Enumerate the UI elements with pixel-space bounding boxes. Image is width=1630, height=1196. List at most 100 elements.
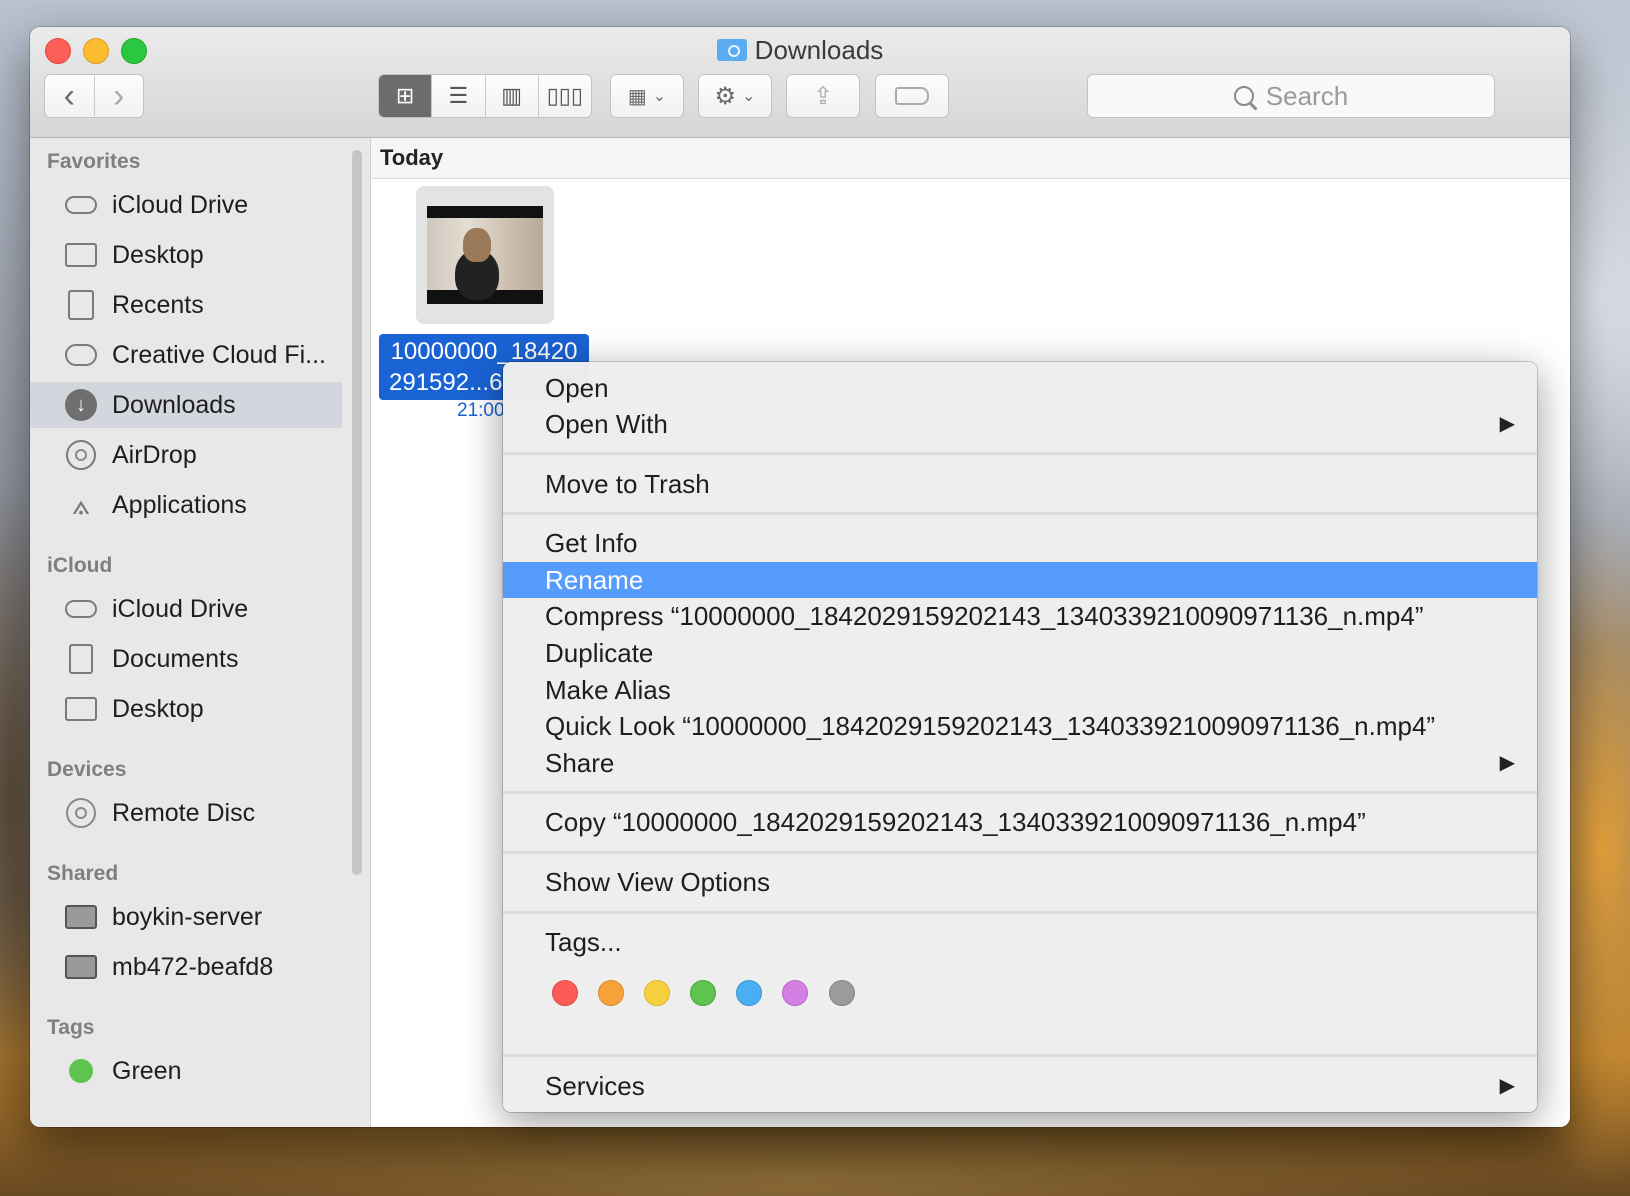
sidebar-item-airdrop[interactable]: AirDrop [30,432,342,478]
submenu-arrow-icon: ▶ [1499,1075,1515,1097]
sidebar-item-label: Applications [112,490,247,519]
menu-item-rename[interactable]: Rename [503,562,1537,598]
menu-item-label: Rename [545,565,644,595]
grid-icon: ⊞ [395,83,415,108]
menu-item-label: Get Info [545,528,638,558]
sidebar-item-label: iCloud Drive [112,594,249,623]
sidebar-item-icloud-drive[interactable]: iCloud Drive [30,182,342,228]
file-time: 21:00 [457,400,505,421]
sidebar-item-icloud-drive-2[interactable]: iCloud Drive [30,586,342,632]
sidebar-item-label: boykin-server [112,902,263,931]
menu-item-label: Open With [545,409,668,439]
chevron-down-icon: ⌄ [652,88,667,105]
computer-icon [63,952,99,982]
group-by-button[interactable]: ▦ ⌄ [610,74,684,118]
sidebar-item-tag-green[interactable]: Green [30,1048,342,1094]
gallery-view-button[interactable]: ▯▯▯ [539,75,591,117]
menu-item-move-to-trash[interactable]: Move to Trash [503,466,1537,502]
menu-separator [503,452,1537,455]
window-title-text: Downloads [754,35,884,65]
menu-item-open[interactable]: Open [503,370,1537,406]
menu-item-open-with[interactable]: Open With ▶ [503,406,1537,442]
tag-green-button[interactable] [690,980,716,1006]
context-menu: Open Open With ▶ Move to Trash Get Info R… [503,362,1537,1112]
menu-item-get-info[interactable]: Get Info [503,525,1537,561]
column-view-button[interactable]: ▥ [486,75,539,117]
recents-icon [63,290,99,320]
applications-icon: ⟑ [71,488,91,521]
documents-icon [63,644,99,674]
sidebar-item-label: AirDrop [112,440,197,469]
sidebar-item-label: Green [112,1056,182,1085]
file-thumbnail[interactable] [416,186,554,324]
gallery-icon: ▯▯▯ [546,83,584,108]
desktop-icon [63,694,99,724]
sidebar-item-downloads[interactable]: ↓ Downloads [30,382,342,428]
list-view-button[interactable]: ☰ [432,75,486,117]
share-icon: ⇪ [812,82,834,110]
section-header-today: Today [371,138,1570,179]
folder-icon [716,39,747,61]
sidebar-section-shared: Shared [47,862,119,885]
window-title: Downloads [30,35,1570,66]
menu-item-label: Show View Options [545,867,770,897]
menu-item-label: Make Alias [545,675,671,705]
sidebar-item-desktop-2[interactable]: Desktop [30,686,342,732]
video-thumbnail-icon [427,206,543,304]
icon-view-button[interactable]: ⊞ [379,75,433,117]
sidebar-item-documents[interactable]: Documents [30,636,342,682]
tags-button[interactable] [875,74,949,118]
menu-item-copy[interactable]: Copy “10000000_1842029159202143_13403392… [503,804,1537,840]
menu-item-label: Duplicate [545,638,654,668]
menu-item-label: Compress “10000000_1842029159202143_1340… [545,601,1424,631]
menu-item-make-alias[interactable]: Make Alias [503,672,1537,708]
sidebar-item-label: Recents [112,290,204,319]
tag-purple-button[interactable] [782,980,808,1006]
computer-icon [63,902,99,932]
navigation-buttons: ‹ › [44,74,144,118]
menu-item-compress[interactable]: Compress “10000000_1842029159202143_1340… [503,598,1537,634]
sidebar-item-label: Creative Cloud Fi... [112,340,326,369]
sidebar-item-mb472[interactable]: mb472-beafd8 [30,944,342,990]
menu-item-tags[interactable]: Tags... [503,924,1537,960]
menu-item-label: Open [545,373,609,403]
tag-red-button[interactable] [552,980,578,1006]
search-field[interactable]: Search [1087,74,1495,118]
sidebar-item-creative-cloud[interactable]: Creative Cloud Fi... [30,332,342,378]
sidebar-item-recents[interactable]: Recents [30,282,342,328]
creative-cloud-icon [63,340,99,370]
sidebar-item-label: iCloud Drive [112,190,249,219]
tag-blue-button[interactable] [736,980,762,1006]
sidebar: Favorites iCloud Drive Desktop Recents C… [30,138,371,1127]
sidebar-section-icloud: iCloud [47,554,113,577]
airdrop-icon [63,440,99,470]
green-tag-icon [63,1056,99,1086]
chevron-down-icon: ⌄ [742,88,756,105]
tag-orange-button[interactable] [598,980,624,1006]
menu-item-quick-look[interactable]: Quick Look “10000000_1842029159202143_13… [503,708,1537,744]
menu-separator [503,1054,1537,1057]
search-icon [1233,86,1254,106]
tag-yellow-button[interactable] [644,980,670,1006]
menu-item-share[interactable]: Share ▶ [503,745,1537,781]
disc-icon [63,798,99,828]
submenu-arrow-icon: ▶ [1499,752,1515,774]
menu-separator [503,791,1537,794]
menu-item-show-view-options[interactable]: Show View Options [503,864,1537,900]
sidebar-item-desktop[interactable]: Desktop [30,232,342,278]
action-button[interactable]: ⚙ ⌄ [698,74,772,118]
menu-item-duplicate[interactable]: Duplicate [503,635,1537,671]
columns-icon: ▥ [501,83,523,108]
share-button[interactable]: ⇪ [786,74,860,118]
menu-item-label: Services [545,1071,645,1101]
forward-button[interactable]: › [93,76,144,116]
sidebar-item-remote-disc[interactable]: Remote Disc [30,790,342,836]
menu-item-label: Quick Look “10000000_1842029159202143_13… [545,711,1436,741]
tag-gray-button[interactable] [829,980,855,1006]
sidebar-item-applications[interactable]: ⟑ Applications [30,482,342,528]
back-button[interactable]: ‹ [45,76,94,116]
sidebar-scrollbar[interactable] [352,150,362,875]
menu-item-services[interactable]: Services ▶ [503,1068,1537,1104]
sidebar-item-boykin-server[interactable]: boykin-server [30,894,342,940]
menu-separator [503,911,1537,914]
